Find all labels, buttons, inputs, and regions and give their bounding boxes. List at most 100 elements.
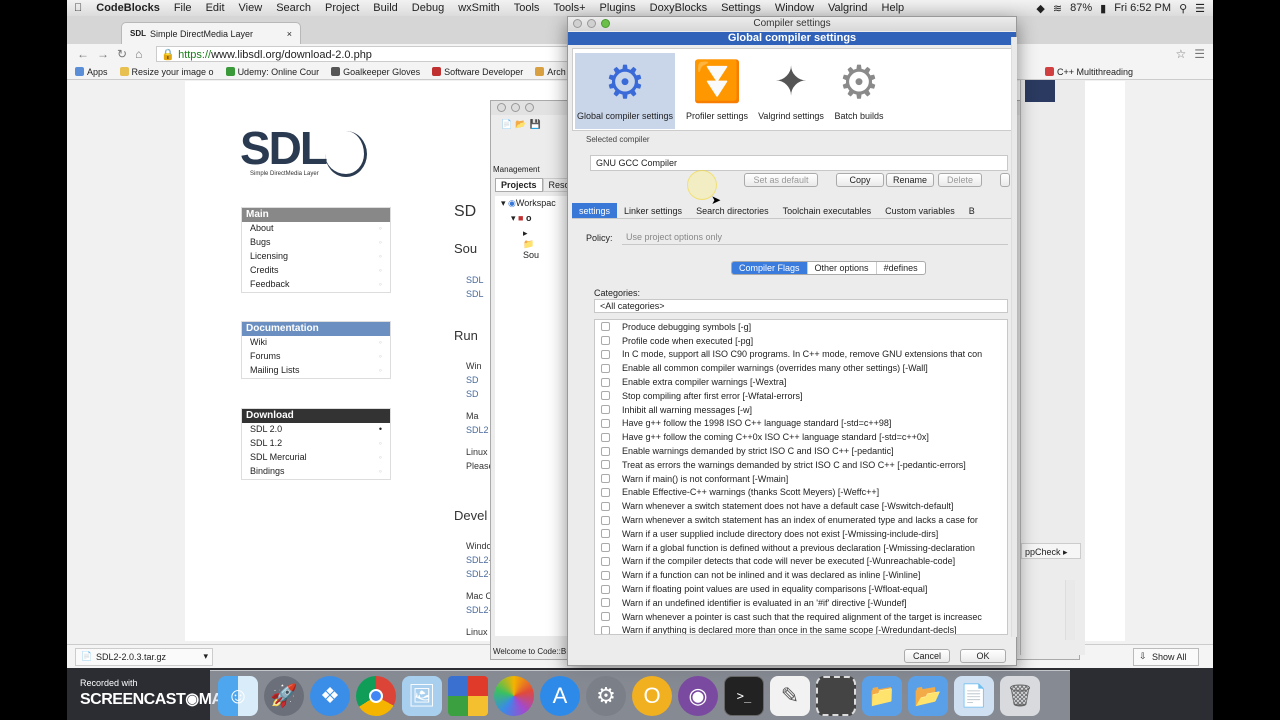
open-file-icon[interactable]: 📂 bbox=[515, 119, 526, 133]
menu-valgrind[interactable]: Valgrind bbox=[821, 2, 875, 14]
flag-checkbox[interactable] bbox=[601, 529, 610, 539]
menu-app-name[interactable]: CodeBlocks bbox=[89, 2, 167, 14]
download-menu-caret-icon[interactable]: ▾ bbox=[203, 651, 208, 662]
ok-button[interactable]: OK bbox=[960, 649, 1006, 663]
sdl-logo[interactable]: SDL bbox=[240, 121, 328, 175]
photos-icon[interactable] bbox=[494, 675, 534, 716]
flag-row[interactable]: Warn if floating point values are used i… bbox=[595, 582, 1007, 596]
tab-custom-variables[interactable]: Custom variables bbox=[878, 203, 962, 218]
tree-node-project[interactable]: ▾ ■ o bbox=[495, 211, 567, 226]
flag-row[interactable]: Profile code when executed [-pg] bbox=[595, 334, 1007, 348]
flag-row[interactable]: Warn if a global function is defined wit… bbox=[595, 541, 1007, 555]
more-buttons-edge[interactable] bbox=[1000, 173, 1010, 187]
flag-checkbox[interactable] bbox=[601, 487, 610, 497]
flag-row[interactable]: Warn if anything is declared more than o… bbox=[595, 624, 1007, 634]
subtab-defines[interactable]: #defines bbox=[877, 262, 925, 274]
flag-checkbox[interactable] bbox=[601, 543, 610, 553]
categories-select[interactable]: <All categories> bbox=[594, 299, 1008, 313]
flag-row[interactable]: Inhibit all warning messages [-w] bbox=[595, 403, 1007, 417]
textedit-icon[interactable]: ✎ bbox=[770, 675, 810, 716]
tree-expand-icon[interactable]: ▸ bbox=[523, 228, 528, 238]
bookmark-goalkeeper[interactable]: Goalkeeper Gloves bbox=[331, 67, 420, 77]
browser-tab-sdl[interactable]: SDL Simple DirectMedia Layer × bbox=[121, 22, 301, 44]
nav-item-wiki[interactable]: Wiki ◦ bbox=[242, 336, 390, 350]
tab-build-options-clipped[interactable]: B bbox=[962, 203, 982, 218]
menu-window[interactable]: Window bbox=[768, 2, 821, 14]
page-link[interactable]: SDL2 bbox=[466, 425, 489, 435]
flag-checkbox[interactable] bbox=[601, 625, 610, 634]
bookmark-resize[interactable]: Resize your image o bbox=[119, 67, 214, 77]
clock[interactable]: Fri 6:52 PM bbox=[1114, 2, 1171, 14]
nav-item-bindings[interactable]: Bindings ◦ bbox=[242, 465, 390, 479]
tab-toolchain-executables[interactable]: Toolchain executables bbox=[776, 203, 879, 218]
window-zoom-icon[interactable] bbox=[525, 103, 534, 112]
flag-checkbox[interactable] bbox=[601, 391, 610, 401]
bookmark-cpp-multithreading[interactable]: C++ Multithreading bbox=[1044, 67, 1133, 77]
log-tab[interactable]: Welcome to Code::B bbox=[493, 647, 566, 656]
finder-icon[interactable]: ☺ bbox=[218, 675, 258, 716]
applications-folder-icon[interactable]: 📁 bbox=[862, 675, 902, 716]
open-office-icon[interactable]: O bbox=[632, 675, 672, 716]
tree-expand-icon[interactable]: ▾ bbox=[511, 213, 516, 223]
menu-settings[interactable]: Settings bbox=[714, 2, 768, 14]
section-profiler-settings[interactable]: ⏬ Profiler settings bbox=[677, 53, 757, 129]
flag-checkbox[interactable] bbox=[601, 460, 610, 470]
bookmark-star-icon[interactable]: ☆ bbox=[1175, 47, 1186, 61]
cancel-button[interactable]: Cancel bbox=[904, 649, 950, 663]
dropbox-icon[interactable]: ◆ bbox=[1036, 2, 1044, 15]
copy-button[interactable]: Copy bbox=[836, 173, 884, 187]
back-icon[interactable]: ← bbox=[77, 47, 89, 61]
download-item[interactable]: 📄 SDL2-2.0.3.tar.gz ▾ bbox=[75, 648, 213, 666]
dialog-zoom-icon[interactable] bbox=[601, 19, 610, 28]
menu-build[interactable]: Build bbox=[366, 2, 404, 14]
address-bar[interactable]: 🔒 https://www.libsdl.org/download-2.0.ph… bbox=[156, 46, 577, 62]
cppcheck-tab[interactable]: ppCheck ▸ bbox=[1021, 543, 1081, 559]
flag-checkbox[interactable] bbox=[601, 515, 610, 525]
flag-row[interactable]: Enable warnings demanded by strict ISO C… bbox=[595, 444, 1007, 458]
page-link[interactable]: SDL bbox=[466, 275, 484, 285]
tree-expand-icon[interactable]: ▾ bbox=[501, 198, 506, 208]
bookmark-arch[interactable]: Arch bbox=[535, 67, 566, 77]
flag-checkbox[interactable] bbox=[601, 598, 610, 608]
flag-row[interactable]: Enable extra compiler warnings [-Wextra] bbox=[595, 375, 1007, 389]
documents-folder-icon[interactable]: 📂 bbox=[908, 675, 948, 716]
flag-checkbox[interactable] bbox=[601, 556, 610, 566]
flag-checkbox[interactable] bbox=[601, 584, 610, 594]
delete-button[interactable]: Delete bbox=[938, 173, 982, 187]
wifi-icon[interactable]: ≋ bbox=[1053, 2, 1062, 15]
menu-wxsmith[interactable]: wxSmith bbox=[451, 2, 507, 14]
flag-checkbox[interactable] bbox=[601, 570, 610, 580]
notification-center-icon[interactable]: ☰ bbox=[1195, 2, 1205, 15]
flag-checkbox[interactable] bbox=[601, 501, 610, 511]
save-icon[interactable]: 💾 bbox=[529, 119, 540, 133]
flag-checkbox[interactable] bbox=[601, 363, 610, 373]
menu-search[interactable]: Search bbox=[269, 2, 318, 14]
tree-node-sources[interactable]: ▸ 📁Sou bbox=[495, 226, 567, 262]
flag-checkbox[interactable] bbox=[601, 405, 610, 415]
flag-row[interactable]: Warn if an undefined identifier is evalu… bbox=[595, 596, 1007, 610]
nav-item-sdl-1-2[interactable]: SDL 1.2 ◦ bbox=[242, 437, 390, 451]
flag-checkbox[interactable] bbox=[601, 446, 610, 456]
flag-row[interactable]: Have g++ follow the 1998 ISO C++ languag… bbox=[595, 417, 1007, 431]
flag-row[interactable]: Warn whenever a switch statement has an … bbox=[595, 513, 1007, 527]
window-close-icon[interactable] bbox=[497, 103, 506, 112]
rename-button[interactable]: Rename bbox=[886, 173, 934, 187]
page-link[interactable]: SDL2- bbox=[466, 605, 492, 615]
flag-row[interactable]: Warn if a user supplied include director… bbox=[595, 527, 1007, 541]
flag-row[interactable]: Warn if a function can not be inlined an… bbox=[595, 568, 1007, 582]
section-batch-builds[interactable]: ⚙ Batch builds bbox=[819, 53, 899, 129]
subtab-compiler-flags[interactable]: Compiler Flags bbox=[732, 262, 808, 274]
nav-item-sdl-2[interactable]: SDL 2.0 • bbox=[242, 423, 390, 437]
preview-icon[interactable]: 🖼 bbox=[402, 675, 442, 716]
menu-project[interactable]: Project bbox=[318, 2, 366, 14]
dialog-minimize-icon[interactable] bbox=[587, 19, 596, 28]
flag-row[interactable]: In C mode, support all ISO C90 programs.… bbox=[595, 348, 1007, 362]
menu-debug[interactable]: Debug bbox=[405, 2, 451, 14]
flag-row[interactable]: Warn if the compiler detects that code w… bbox=[595, 555, 1007, 569]
set-as-default-button[interactable]: Set as default bbox=[744, 173, 818, 187]
flag-row[interactable]: Treat as errors the warnings demanded by… bbox=[595, 458, 1007, 472]
flag-checkbox[interactable] bbox=[601, 349, 610, 359]
menu-edit[interactable]: Edit bbox=[199, 2, 232, 14]
chrome-menu-icon[interactable]: ☰ bbox=[1194, 47, 1205, 61]
flag-checkbox[interactable] bbox=[601, 432, 610, 442]
